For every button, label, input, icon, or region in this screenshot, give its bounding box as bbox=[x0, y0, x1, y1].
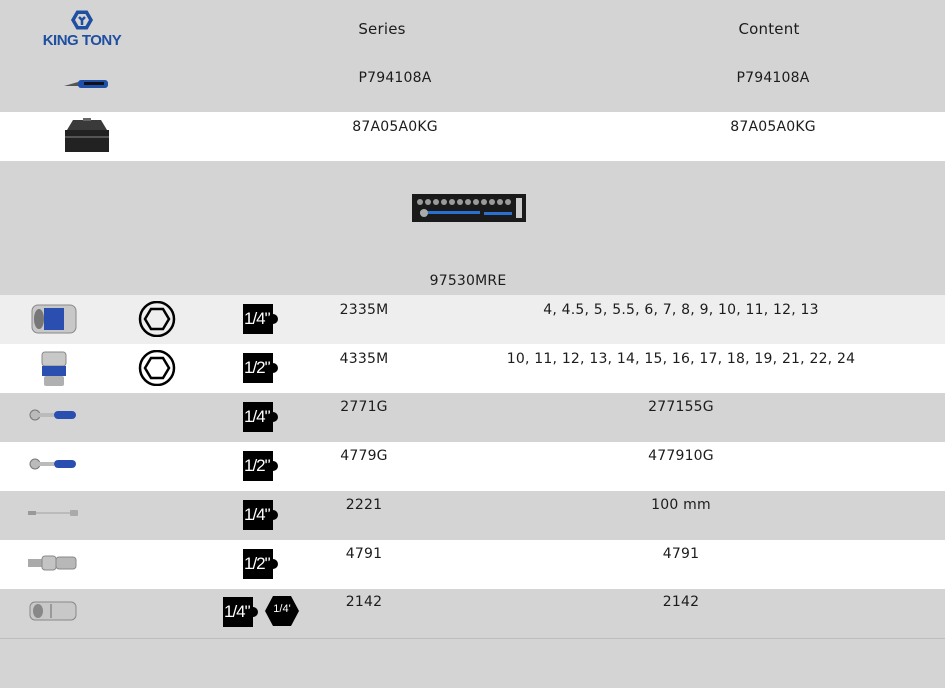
series-code: 2221 bbox=[345, 497, 383, 513]
universal-joint-icon bbox=[28, 555, 77, 571]
drive-size-badge: 1/4" bbox=[243, 402, 278, 432]
table-row: 1/4" 2771G 277155G bbox=[0, 393, 945, 442]
hexagon-icon bbox=[138, 301, 176, 337]
content-value: 277155G bbox=[648, 399, 714, 415]
content-value: P794108A bbox=[736, 70, 810, 86]
table-row: P794108A P794108A bbox=[0, 63, 945, 112]
utility-knife-icon bbox=[64, 80, 108, 88]
king-tony-emblem-icon bbox=[71, 10, 93, 30]
ratchet-icon bbox=[29, 458, 76, 470]
toolbox-icon bbox=[65, 118, 109, 152]
content-value: 4, 4.5, 5, 5.5, 6, 7, 8, 9, 10, 11, 12, … bbox=[543, 302, 819, 318]
drive-size-badge: 1/2" bbox=[243, 549, 278, 579]
series-code: 2142 bbox=[345, 594, 383, 610]
series-code: 4779G bbox=[340, 448, 388, 464]
drive-size-badge: 1/4" bbox=[243, 304, 278, 334]
table-row: 87A05A0KG 87A05A0KG bbox=[0, 112, 945, 161]
table-header: KING TONY Series Content bbox=[0, 0, 945, 63]
socket-icon bbox=[31, 304, 77, 334]
set-row: 97530MRE bbox=[0, 161, 945, 295]
series-code: 4335M bbox=[339, 351, 389, 367]
series-code: 2335M bbox=[339, 302, 389, 318]
brand-name: KING TONY bbox=[42, 32, 122, 49]
ratchet-icon bbox=[29, 409, 76, 421]
drive-size-badge: 1/2" bbox=[243, 451, 278, 481]
drive-size-badge: 1/2" bbox=[243, 353, 278, 383]
content-column-header: Content bbox=[738, 20, 800, 38]
hex-drive-label: 1/4' bbox=[273, 603, 291, 615]
content-value: 4791 bbox=[662, 546, 700, 562]
table-row: 1/2" 4779G 477910G bbox=[0, 442, 945, 491]
series-code: 4791 bbox=[345, 546, 383, 562]
brand-logo: KING TONY bbox=[42, 8, 122, 50]
series-column-header: Series bbox=[358, 20, 406, 38]
content-value: 10, 11, 12, 13, 14, 15, 16, 17, 18, 19, … bbox=[506, 351, 856, 367]
table-row: 1/2" 4335M 10, 11, 12, 13, 14, 15, 16, 1… bbox=[0, 344, 945, 393]
content-value: 87A05A0KG bbox=[730, 119, 816, 135]
series-code: 87A05A0KG bbox=[352, 119, 438, 135]
socket-icon bbox=[41, 351, 67, 386]
series-code: 2771G bbox=[340, 399, 388, 415]
hex-drive-badge: 1/4' bbox=[264, 594, 300, 628]
series-code: P794108A bbox=[358, 70, 432, 86]
bit-adapter-icon bbox=[29, 601, 77, 621]
extension-bar-icon bbox=[28, 510, 78, 516]
content-value: 477910G bbox=[648, 448, 714, 464]
set-code: 97530MRE bbox=[429, 273, 507, 289]
content-value: 2142 bbox=[662, 594, 700, 610]
table-row: 1/2" 4791 4791 bbox=[0, 540, 945, 589]
table-row: 1/4" 1/4' 2142 2142 bbox=[0, 589, 945, 638]
tool-tray-icon bbox=[412, 194, 526, 222]
table-divider bbox=[0, 638, 945, 639]
table-row: 1/4" 2221 100 mm bbox=[0, 491, 945, 540]
content-value: 100 mm bbox=[651, 497, 711, 513]
table-row: 1/4" 2335M 4, 4.5, 5, 5.5, 6, 7, 8, 9, 1… bbox=[0, 295, 945, 344]
drive-size-badge: 1/4" bbox=[223, 597, 258, 627]
hexagon-icon bbox=[138, 350, 176, 386]
drive-size-badge: 1/4" bbox=[243, 500, 278, 530]
